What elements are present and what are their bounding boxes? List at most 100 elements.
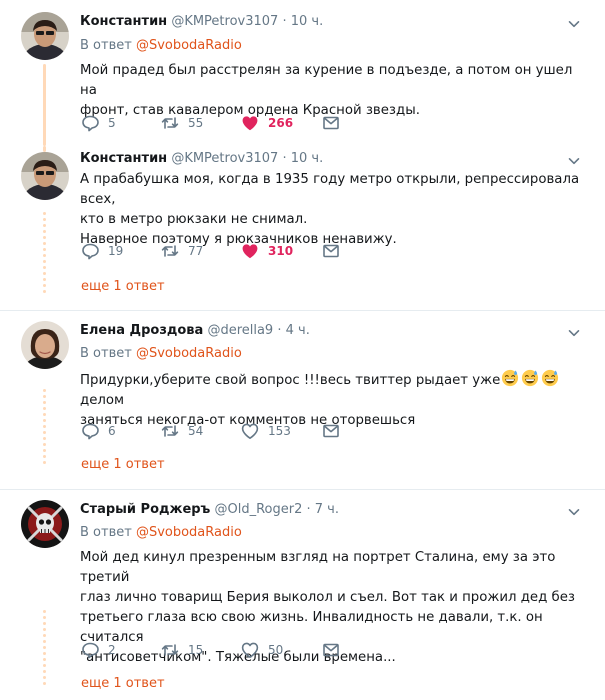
thread-dots [43,212,46,296]
tweet-text-line: Придурки,уберите свой вопрос !!!весь тви… [80,369,585,411]
reply-context: В ответ @SvobodaRadio [80,346,242,361]
text-after-emoji: делом [80,393,125,408]
reply-icon [80,421,100,441]
show-more-replies-link[interactable]: еще 1 ответ [81,457,165,472]
tweet-text-line: Мой прадед был расстрелян за курение в п… [80,63,573,98]
retweet-icon [160,113,180,133]
reply-button[interactable]: 6 [80,421,116,441]
envelope-icon [321,421,341,441]
reply-context: В ответ @SvobodaRadio [80,38,242,53]
chevron-down-icon[interactable] [567,17,581,31]
like-count: 310 [268,244,294,258]
grinning-sweat-emoji [541,369,559,387]
tweet-text-line: Мой дед кинул презренным взгляд на портр… [80,550,556,585]
reply-mention[interactable]: @SvobodaRadio [136,525,242,540]
action-bar: 5 55 266 [80,113,400,133]
author-handle[interactable]: @derella9 [207,323,273,338]
author-handle[interactable]: @KMPetrov3107 [171,151,278,166]
tweet-1[interactable]: Константин @KMPetrov3107 · 10 ч. В ответ… [0,0,605,146]
reply-button[interactable]: 2 [80,640,116,660]
retweet-count: 15 [188,643,204,657]
direct-message-button[interactable] [321,113,341,133]
retweet-button[interactable]: 55 [160,113,203,133]
tweet-header: Константин @KMPetrov3107 · 10 ч. [80,151,323,166]
timestamp[interactable]: · 10 ч. [282,151,323,166]
like-button[interactable]: 153 [240,421,291,441]
heart-icon [240,640,260,660]
avatar[interactable] [21,500,69,548]
retweet-button[interactable]: 77 [160,241,203,261]
reply-mention[interactable]: @SvobodaRadio [136,346,242,361]
action-bar: 2 15 50 [80,640,400,660]
tweet-header: Константин @KMPetrov3107 · 10 ч. [80,14,323,29]
author-name[interactable]: Константин [80,151,167,166]
reply-icon [80,113,100,133]
tweet-2[interactable]: Константин @KMPetrov3107 · 10 ч. А праба… [0,146,605,310]
reply-mention[interactable]: @SvobodaRadio [136,38,242,53]
direct-message-button[interactable] [321,241,341,261]
envelope-icon [321,113,341,133]
action-bar: 19 77 310 [80,241,400,261]
text-before-emoji: Придурки,уберите свой вопрос !!!весь тви… [80,373,501,388]
author-name[interactable]: Старый Роджеръ [80,502,210,517]
reply-count: 5 [108,116,116,130]
retweet-count: 54 [188,424,204,438]
tweet-header: Елена Дроздова @derella9 · 4 ч. [80,323,310,338]
retweet-count: 77 [188,244,204,258]
retweet-count: 55 [188,116,204,130]
tweet-text: Мой прадед был расстрелян за курение в п… [80,61,585,121]
avatar[interactable] [21,321,69,369]
reply-prefix: В ответ [80,346,132,361]
reply-icon [80,241,100,261]
reply-count: 2 [108,643,116,657]
timestamp[interactable]: · 4 ч. [277,323,309,338]
heart-filled-icon [240,241,260,261]
tweet-header: Старый Роджеръ @Old_Roger2 · 7 ч. [80,502,339,517]
envelope-icon [321,640,341,660]
avatar[interactable] [21,152,69,200]
grinning-sweat-emoji [501,369,519,387]
thread-connector [43,64,46,146]
like-count: 153 [268,424,291,438]
author-handle[interactable]: @Old_Roger2 [214,502,302,517]
reply-feed: Константин @KMPetrov3107 · 10 ч. В ответ… [0,0,605,700]
tweet-4[interactable]: Старый Роджеръ @Old_Roger2 · 7 ч. В отве… [0,490,605,700]
retweet-icon [160,640,180,660]
direct-message-button[interactable] [321,421,341,441]
envelope-icon [321,241,341,261]
chevron-down-icon[interactable] [567,505,581,519]
retweet-icon [160,421,180,441]
author-handle[interactable]: @KMPetrov3107 [171,14,278,29]
action-bar: 6 54 153 [80,421,400,441]
retweet-button[interactable]: 54 [160,421,203,441]
chevron-down-icon[interactable] [567,326,581,340]
grinning-sweat-emoji [521,369,539,387]
author-name[interactable]: Елена Дроздова [80,323,203,338]
reply-button[interactable]: 19 [80,241,123,261]
reply-context: В ответ @SvobodaRadio [80,525,242,540]
tweet-text-line: кто в метро рюкзаки не снимал. [80,212,308,227]
like-count: 266 [268,116,294,130]
timestamp[interactable]: · 7 ч. [307,502,339,517]
tweet-text: А прабабушка моя, когда в 1935 году метр… [80,170,585,250]
timestamp[interactable]: · 10 ч. [282,14,323,29]
reply-count: 19 [108,244,124,258]
thread-dots [43,389,46,467]
avatar[interactable] [21,12,69,60]
like-button[interactable]: 50 [240,640,283,660]
tweet-3[interactable]: Елена Дроздова @derella9 · 4 ч. В ответ … [0,311,605,489]
like-button[interactable]: 310 [240,241,293,261]
retweet-button[interactable]: 15 [160,640,203,660]
direct-message-button[interactable] [321,640,341,660]
reply-prefix: В ответ [80,38,132,53]
reply-button[interactable]: 5 [80,113,116,133]
reply-icon [80,640,100,660]
chevron-down-icon[interactable] [567,154,581,168]
thread-dots [43,610,46,688]
tweet-text-line: глаз лично товарищ Берия выколол и съел.… [80,590,575,605]
author-name[interactable]: Константин [80,14,167,29]
tweet-text-line: А прабабушка моя, когда в 1935 году метр… [80,172,580,207]
show-more-replies-link[interactable]: еще 1 ответ [81,279,165,294]
show-more-replies-link[interactable]: еще 1 ответ [81,676,165,691]
like-button[interactable]: 266 [240,113,293,133]
